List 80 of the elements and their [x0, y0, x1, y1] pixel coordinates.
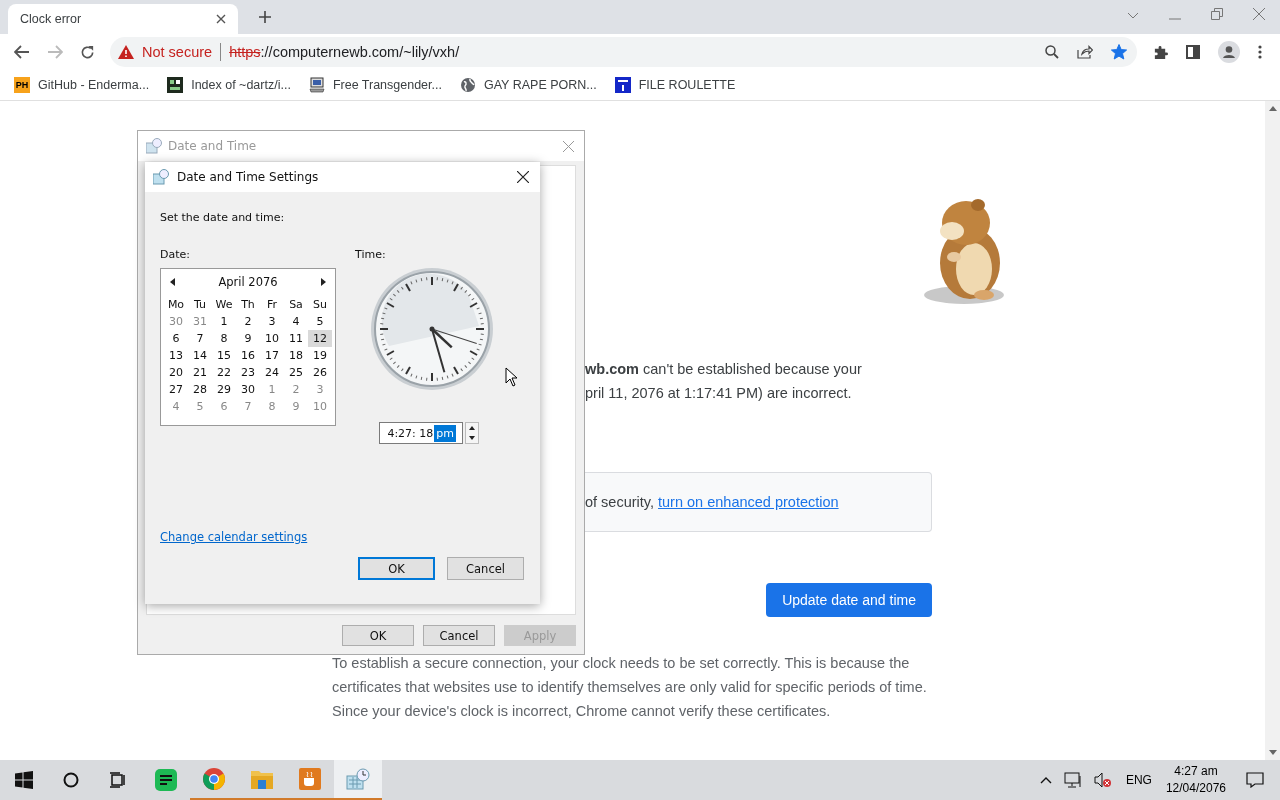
calendar-day[interactable]: 11 [284, 330, 308, 347]
calendar-day[interactable]: 15 [212, 347, 236, 364]
calendar-day[interactable]: 19 [308, 347, 332, 364]
enhanced-protection-link[interactable]: turn on enhanced protection [658, 494, 839, 510]
time-label: Time: [355, 248, 387, 263]
weekday-label: Th [240, 297, 256, 313]
update-date-time-button[interactable]: Update date and time [766, 583, 932, 617]
protection-text: of security, [585, 494, 655, 510]
calendar-day[interactable]: 4 [284, 313, 308, 330]
bookmark[interactable]: Index of ~dartz/i... [167, 77, 291, 93]
bookmark[interactable]: FILE ROULETTE [614, 77, 736, 93]
calendar-day[interactable]: 9 [284, 398, 308, 415]
window-title: Date and Time [168, 139, 257, 153]
calendar-day[interactable]: 17 [260, 347, 284, 364]
month-title[interactable]: April 2076 [218, 275, 278, 289]
calendar-day[interactable]: 31 [188, 313, 212, 330]
calendar-day[interactable]: 30 [164, 313, 188, 330]
time-field[interactable]: 4:27: 18 pm [379, 422, 463, 444]
dialog-button[interactable]: OK [358, 557, 435, 580]
bookmark[interactable]: GAY RAPE PORN... [459, 77, 597, 93]
calendar-day[interactable]: 6 [212, 398, 236, 415]
dialog-button[interactable]: Cancel [423, 625, 495, 646]
calendar-day[interactable]: 14 [188, 347, 212, 364]
calendar-day[interactable]: 5 [188, 398, 212, 415]
calendar-day[interactable]: 29 [212, 381, 236, 398]
date-label: Date: [160, 248, 191, 263]
calendar-day[interactable]: 21 [188, 364, 212, 381]
calendar-day[interactable]: 1 [260, 381, 284, 398]
calendar-day[interactable]: 25 [284, 364, 308, 381]
weekday-label: We [214, 297, 234, 313]
site-badge: PH [14, 77, 30, 93]
calendar-day[interactable]: 9 [236, 330, 260, 347]
security-label[interactable]: Not secure [142, 44, 213, 60]
calendar-day[interactable]: 23 [236, 364, 260, 381]
weekday-label: Mo [166, 297, 186, 313]
address-bar[interactable]: Not secure https://computernewb.com/~lily/vxh/ [110, 37, 1137, 67]
error-text-line: pril 11, 2076 at 1:17:41 PM) are incorrect. [585, 384, 853, 403]
calendar-day[interactable]: 7 [188, 330, 212, 347]
calendar-day[interactable]: 18 [284, 347, 308, 364]
calendar-day[interactable]: 20 [164, 364, 188, 381]
language-indicator[interactable]: ENG [1125, 773, 1152, 787]
taskbar-clock[interactable]: 4:27 am 12/04/2076 [1165, 763, 1226, 797]
calendar-day[interactable]: 30 [236, 381, 260, 398]
bookmark[interactable]: Free Transgender... [308, 77, 442, 93]
change-calendar-settings-link[interactable]: Change calendar settings [160, 530, 308, 544]
browser-tab[interactable]: Clock error [8, 4, 238, 34]
calendar-day[interactable]: 2 [284, 381, 308, 398]
calendar-day[interactable]: 8 [260, 398, 284, 415]
dialog-button[interactable]: Cancel [447, 557, 524, 580]
url-text: https://computernewb.com/~lily/vxh/ [229, 44, 460, 60]
calendar-day[interactable]: 1 [212, 313, 236, 330]
calendar-day[interactable]: 3 [308, 381, 332, 398]
weekday-label: Su [312, 297, 328, 313]
weekday-label: Tu [193, 297, 207, 313]
calendar-day[interactable]: 24 [260, 364, 284, 381]
bookmark[interactable]: PH GitHub - Enderma... [14, 77, 150, 93]
dialog-button[interactable]: OK [342, 625, 414, 646]
calendar-day[interactable]: 7 [236, 398, 260, 415]
calendar-day[interactable]: 28 [188, 381, 212, 398]
error-text-line: wb.com can't be established because your [585, 360, 863, 379]
calendar-day[interactable]: 6 [164, 330, 188, 347]
calendar-day[interactable]: 10 [308, 398, 332, 415]
calendar-day[interactable]: 13 [164, 347, 188, 364]
prompt-text: Set the date and time: [160, 211, 286, 224]
calendar-day[interactable]: 12 [308, 330, 332, 347]
calendar-day[interactable]: 16 [236, 347, 260, 364]
explanation-text: To establish a secure connection, your clock needs to be set correctly. This is because the certificates that websites use to identify themselves are only valid for specific periods of time. Since your device's clock is incorrect, Chrome cannot verify these certificates. [332, 654, 928, 721]
dialog-title: Date and Time Settings [177, 170, 319, 184]
calendar-day[interactable]: 27 [164, 381, 188, 398]
weekday-label: Fr [265, 297, 279, 313]
calendar-day[interactable]: 22 [212, 364, 236, 381]
calendar-day[interactable]: 4 [164, 398, 188, 415]
calendar-day[interactable]: 2 [236, 313, 260, 330]
calendar-day[interactable]: 10 [260, 330, 284, 347]
calendar[interactable]: April 2076 Mo Tu We Th Fr Sa Su 30 31 1 2 3 4 5 6 7 8 9 10 11 12 13 14 15 16 17 18 19 20 21 22 23 24 25 26 27 28 29 30 1 2 3 4 5 6 7 8 9 10 [160, 268, 336, 426]
calendar-day[interactable]: 8 [212, 330, 236, 347]
calendar-day[interactable]: 3 [260, 313, 284, 330]
weekday-label: Sa [288, 297, 304, 313]
calendar-day[interactable]: 26 [308, 364, 332, 381]
calendar-day[interactable]: 5 [308, 313, 332, 330]
